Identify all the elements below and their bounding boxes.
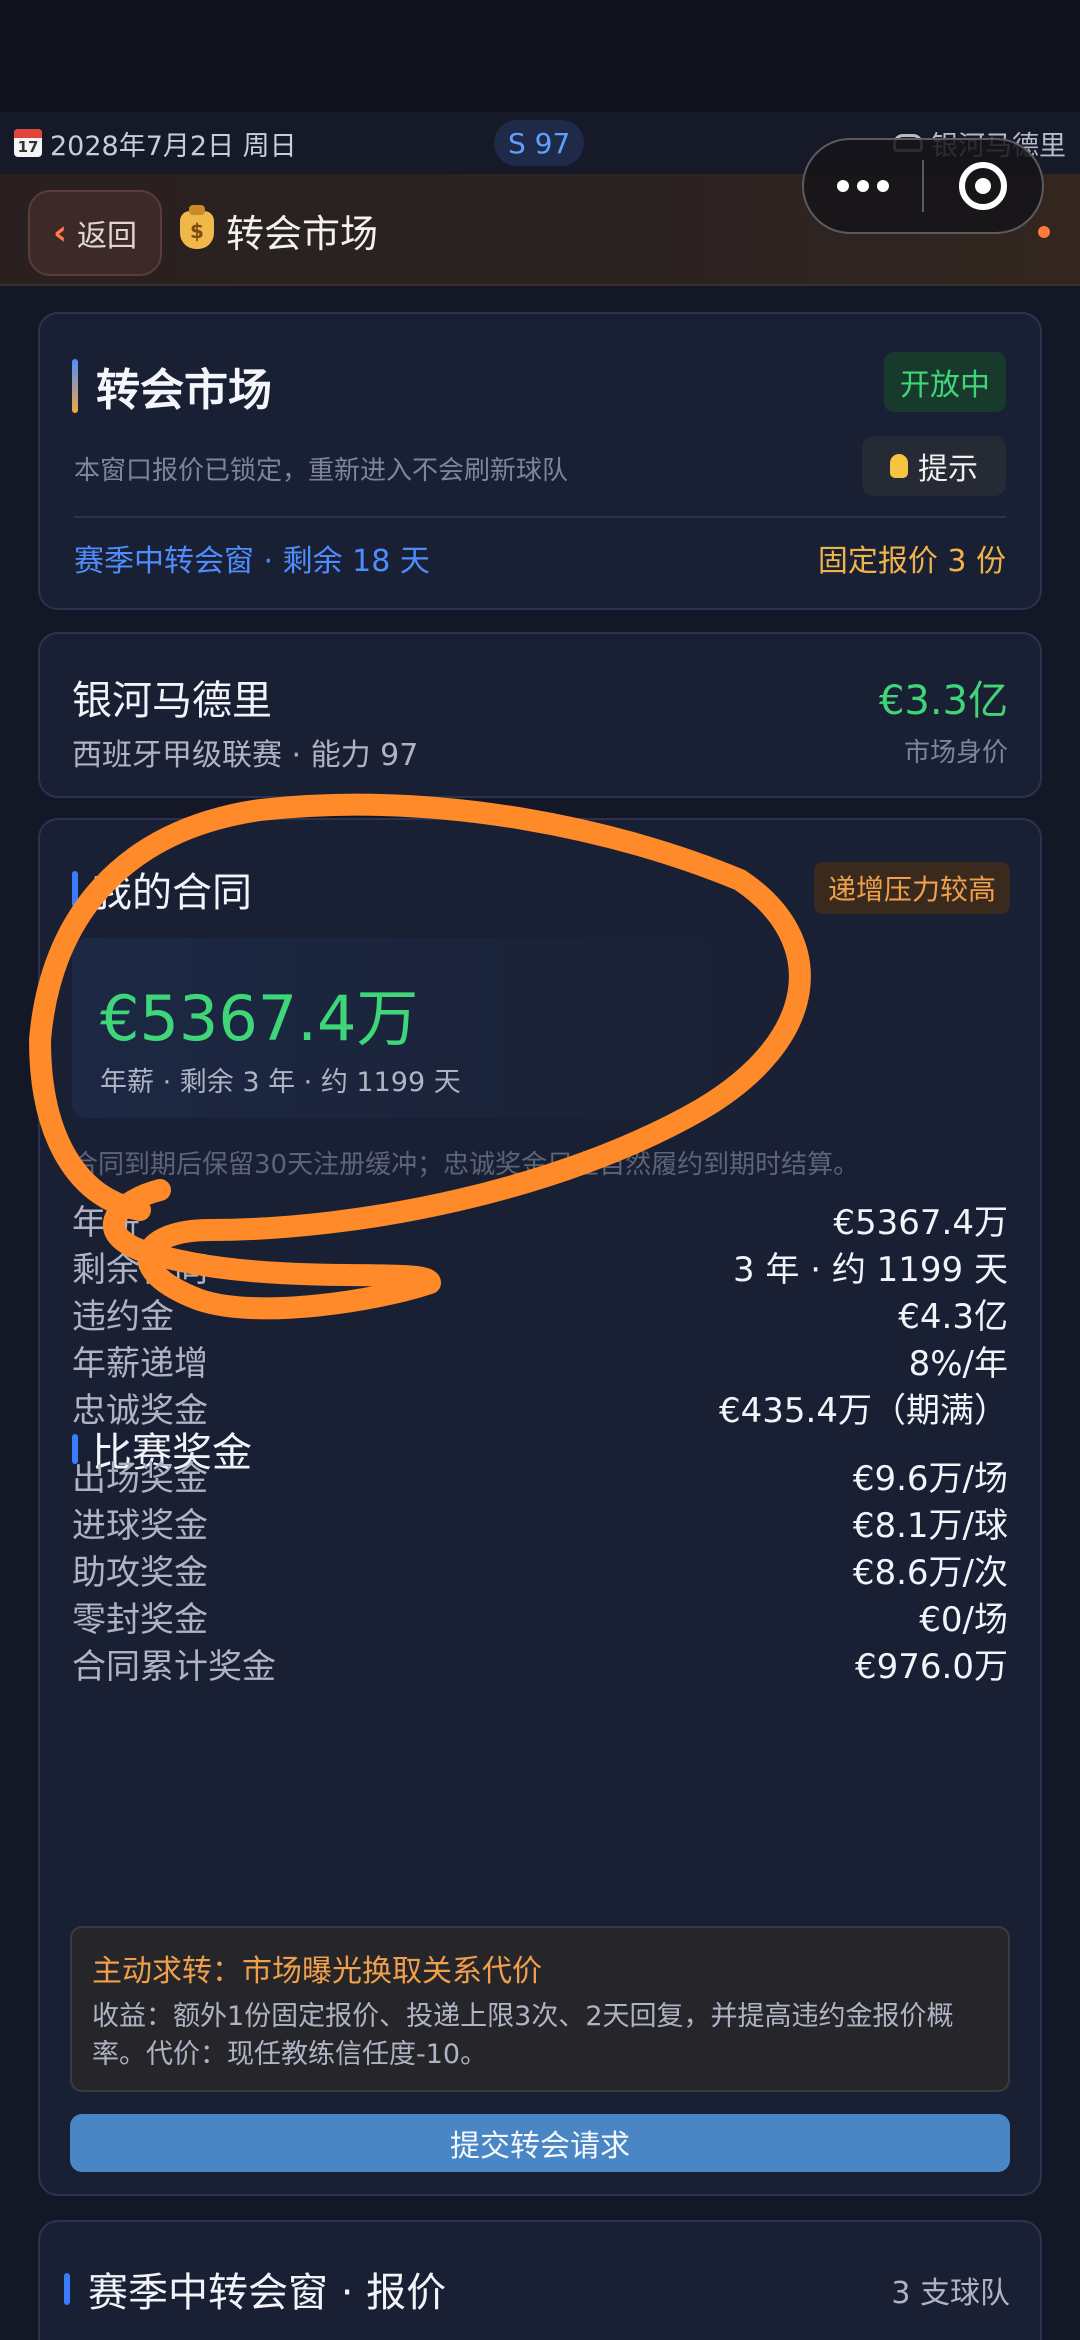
transfer-window-info: 赛季中转会窗 · 剩余 18 天 (74, 544, 430, 579)
top-blank-area (0, 0, 1080, 112)
calendar-icon: 17 (14, 129, 42, 157)
bonus-row: 助攻奖金 €8.6万/次 (72, 1552, 1008, 1593)
close-circle-icon (958, 162, 1007, 210)
transfer-request-box: 主动求转：市场曝光换取关系代价 收益：额外1份固定报价、投递上限3次、2天回复，… (70, 1926, 1010, 2092)
contract-title: 我的合同 (72, 860, 252, 918)
contract-row: 年薪 €5367.4万 (72, 1202, 1008, 1243)
close-miniprogram-button[interactable] (924, 162, 1042, 210)
club-name: 银河马德里 (72, 678, 272, 724)
market-title: 转会市场 (72, 354, 272, 418)
notification-dot (1038, 226, 1050, 238)
hint-button[interactable]: 提示 (862, 436, 1006, 496)
offers-card: 赛季中转会窗 · 报价 3 支球队 (38, 2220, 1042, 2340)
page-title: 转会市场 (180, 174, 378, 286)
fixed-quotes-count: 固定报价 3 份 (817, 544, 1006, 579)
offers-title: 赛季中转会窗 · 报价 (64, 2260, 446, 2318)
offers-count: 3 支球队 (891, 2276, 1010, 2311)
contract-card: 我的合同 递增压力较高 €5367.4万 年薪 · 剩余 3 年 · 约 119… (38, 818, 1042, 2196)
date-text: 2028年7月2日 周日 (50, 130, 297, 162)
market-status-card: 转会市场 开放中 本窗口报价已锁定，重新进入不会刷新球队 提示 赛季中转会窗 ·… (38, 312, 1042, 610)
club-meta: 西班牙甲级联赛 · 能力 97 (72, 738, 419, 773)
grace-note: 合同到期后保留30天注册缓冲；忠诚奖金只在自然履约到期时结算。 (72, 1150, 860, 1180)
divider (74, 516, 1006, 518)
date-display: 17 2028年7月2日 周日 (14, 124, 297, 163)
market-note: 本窗口报价已锁定，重新进入不会刷新球队 (74, 456, 569, 486)
transfer-request-title: 主动求转：市场曝光换取关系代价 (92, 1954, 542, 1989)
bonus-row: 零封奖金 €0/场 (72, 1599, 1008, 1640)
page-title-text: 转会市场 (226, 211, 379, 256)
club-card: 银河马德里 西班牙甲级联赛 · 能力 97 €3.3亿 市场身价 (38, 632, 1042, 798)
bonus-row: 进球奖金 €8.1万/球 (72, 1505, 1008, 1546)
money-bag-icon (180, 205, 214, 249)
back-button[interactable]: ‹ 返回 (28, 190, 162, 276)
contract-row: 违约金 €4.3亿 (72, 1296, 1008, 1337)
club-value-label: 市场身价 (903, 738, 1008, 768)
miniprogram-capsule (802, 138, 1044, 234)
contract-row: 剩余合同 3 年 · 约 1199 天 (72, 1249, 1008, 1290)
contract-row: 年薪递增 8%/年 (72, 1343, 1008, 1384)
salary-amount: €5367.4万 (100, 982, 419, 1055)
pressure-badge: 递增压力较高 (813, 862, 1010, 914)
bonus-row: 合同累计奖金 €976.0万 (72, 1646, 1008, 1687)
submit-transfer-request-button[interactable]: 提交转会请求 (70, 2114, 1010, 2172)
lightbulb-icon (890, 454, 908, 478)
bonus-row: 出场奖金 €9.6万/场 (72, 1458, 1008, 1499)
season-badge: S 97 (494, 120, 585, 166)
salary-subtext: 年薪 · 剩余 3 年 · 约 1199 天 (100, 1067, 461, 1098)
chevron-left-icon: ‹ (52, 213, 67, 253)
transfer-request-desc: 收益：额外1份固定报价、投递上限3次、2天回复，并提高违约金报价概率。代价：现任… (92, 2001, 954, 2070)
market-open-badge: 开放中 (884, 352, 1006, 412)
back-label: 返回 (77, 219, 137, 254)
more-menu-button[interactable] (804, 180, 922, 192)
club-value: €3.3亿 (878, 678, 1008, 724)
